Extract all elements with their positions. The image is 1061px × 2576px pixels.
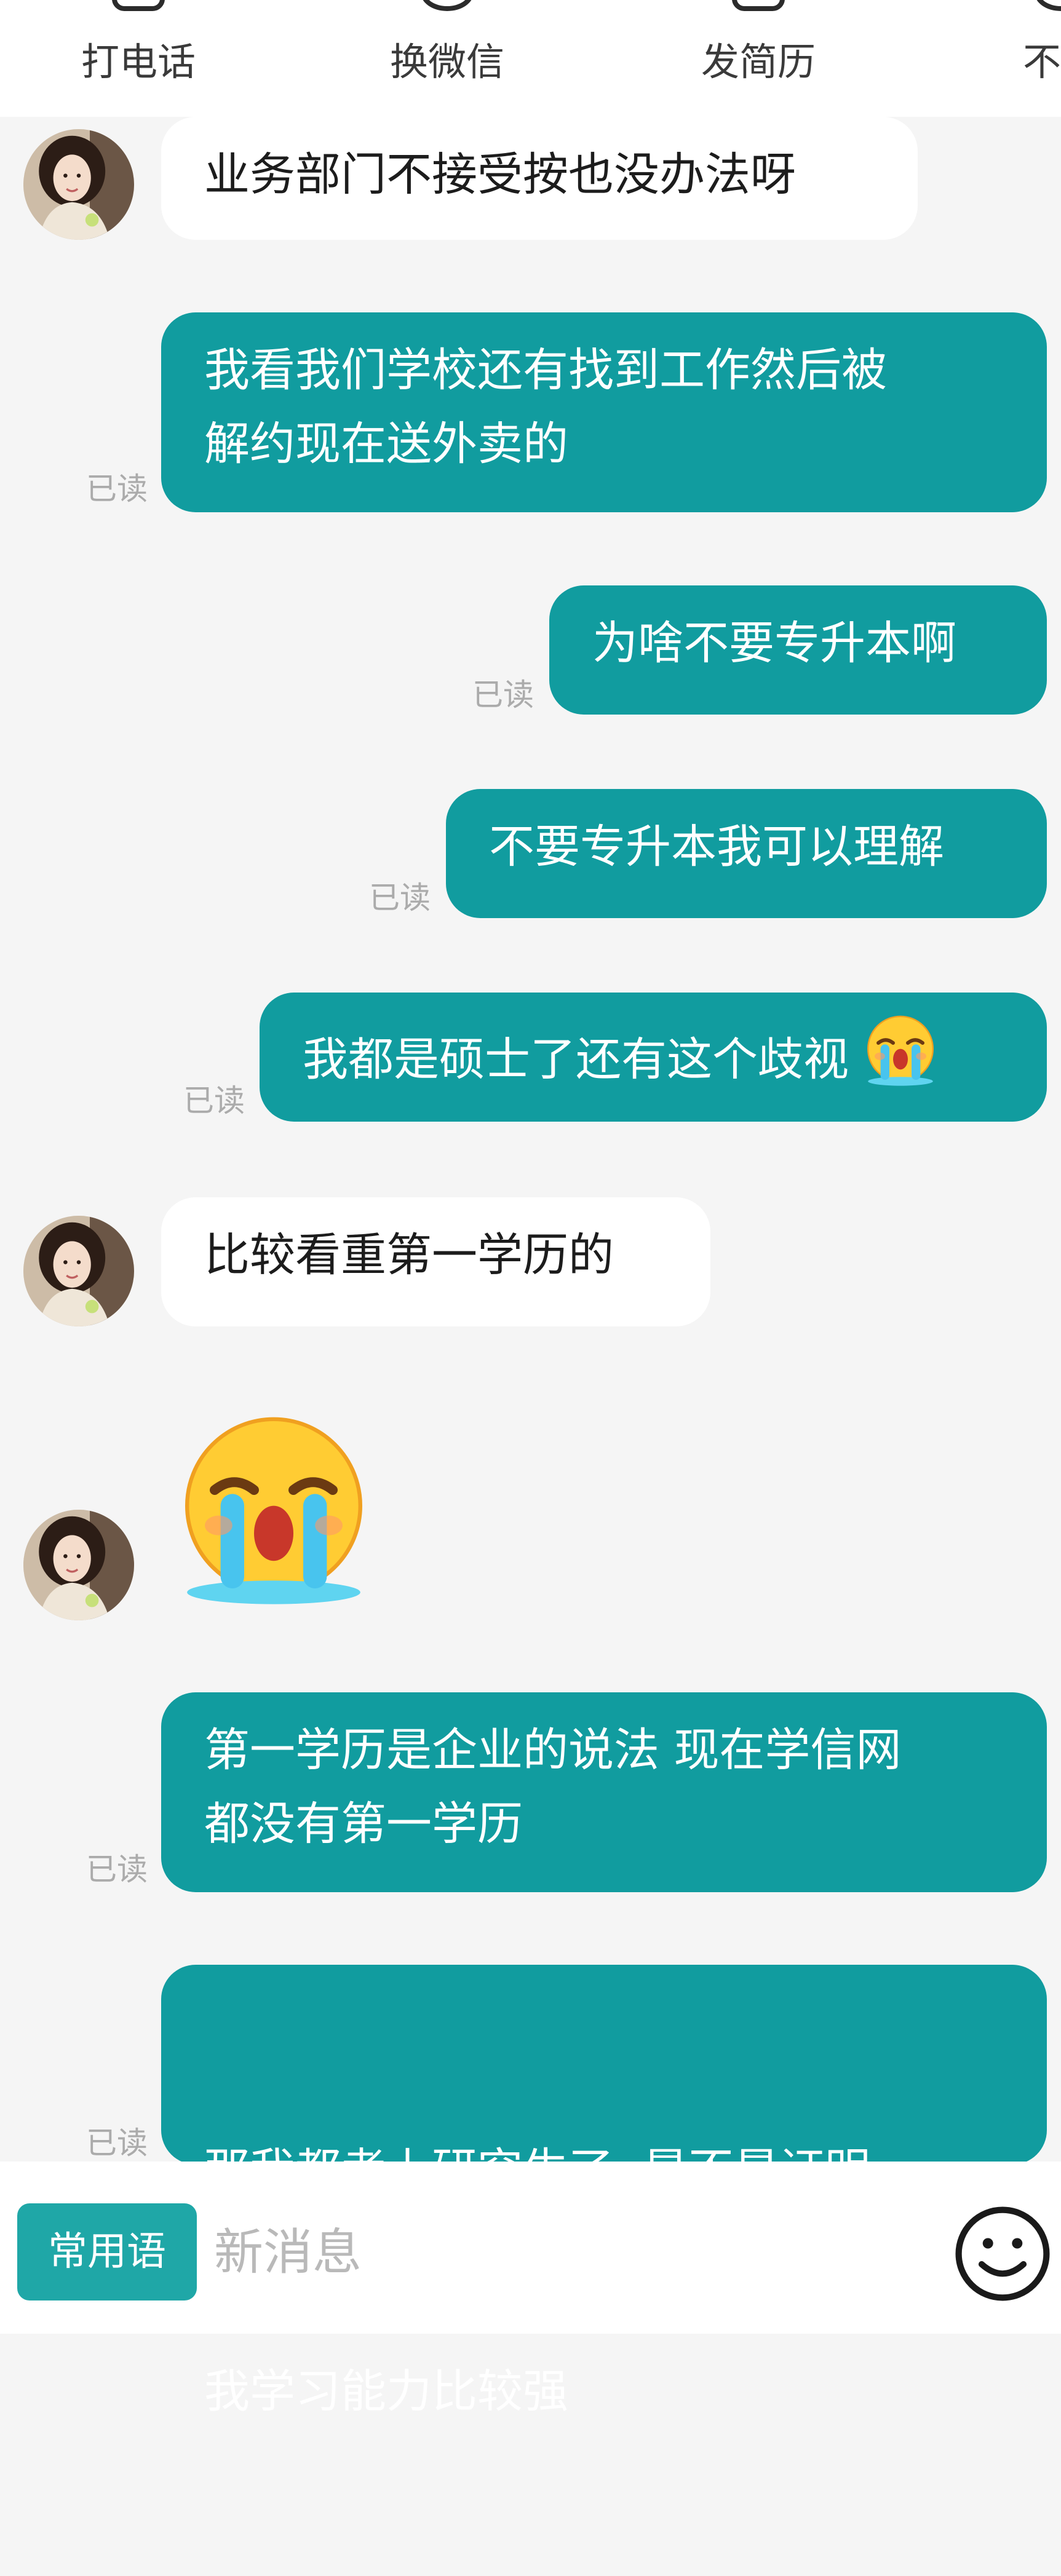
message-text-line: 解约现在送外卖的 [204, 418, 568, 470]
message-input-bar: 常用语 [0, 2162, 1061, 2334]
message-bubble-sent[interactable]: 第一学历是企业的说法 现在学信网 都没有第一学历 [161, 1692, 1047, 1892]
message-bubble-received[interactable]: 比较看重第一学历的 [161, 1197, 710, 1326]
message-bubble-sent[interactable]: 为啥不要专升本啊 [549, 585, 1047, 715]
not-interested-button[interactable]: 不感 [956, 0, 1061, 117]
not-interested-label: 不感 [1022, 39, 1061, 84]
exchange-wechat-label: 换微信 [389, 39, 504, 84]
message-text-line: 第一学历是企业的说法 现在学信网 [204, 1724, 902, 1777]
message-bubble-sent[interactable]: 我都是硕士了还有这个歧视 [260, 993, 1047, 1122]
dislike-icon [1035, 0, 1061, 11]
common-phrases-button[interactable]: 常用语 [17, 2203, 197, 2301]
send-resume-button[interactable]: 发简历 [654, 0, 863, 117]
message-text: 为啥不要专升本啊 [592, 617, 956, 670]
recruiter-avatar[interactable] [23, 129, 134, 240]
read-status: 已读 [86, 471, 148, 507]
message-bubble-received[interactable]: 业务部门不接受按也没办法呀 [161, 117, 918, 240]
message-input[interactable] [209, 2203, 932, 2301]
read-status: 已读 [86, 2125, 148, 2161]
read-status: 已读 [472, 677, 534, 713]
read-status: 已读 [86, 1852, 148, 1887]
crying-emoji-icon [864, 1013, 937, 1087]
message-text-line: 我学习能力比较强 [204, 2365, 568, 2418]
call-label: 打电话 [81, 39, 196, 84]
message-bubble-sent[interactable]: 那我都考上研究生了 是不是证明 我学习能力比较强 [161, 1965, 1047, 2418]
smiley-icon[interactable] [950, 2201, 1055, 2306]
message-bubble-sent[interactable]: 不要专升本我可以理解 [446, 789, 1047, 918]
message-text: 比较看重第一学历的 [204, 1229, 614, 1282]
message-text: 不要专升本我可以理解 [489, 820, 944, 873]
message-text-line: 都没有第一学历 [204, 1797, 523, 1850]
read-status: 已读 [183, 1083, 245, 1119]
message-text: 我都是硕士了还有这个歧视 [303, 1033, 849, 1086]
recruiter-avatar[interactable] [23, 1510, 134, 1620]
recruiter-avatar[interactable] [23, 1216, 134, 1326]
read-status: 已读 [369, 880, 431, 916]
emoji-message[interactable] [175, 1408, 372, 1611]
phone-icon [112, 0, 165, 11]
top-action-bar: 打电话 换微信 发简历 不感 [0, 0, 1061, 117]
message-text-line: 我看我们学校还有找到工作然后被 [204, 344, 887, 397]
message-bubble-sent[interactable]: 我看我们学校还有找到工作然后被 解约现在送外卖的 [161, 312, 1047, 512]
resume-icon [732, 0, 785, 11]
call-button[interactable]: 打电话 [34, 0, 243, 117]
crying-emoji-icon [175, 1408, 372, 1611]
wechat-icon [421, 0, 474, 11]
message-text: 业务部门不接受按也没办法呀 [204, 148, 796, 201]
send-resume-label: 发简历 [701, 39, 816, 84]
exchange-wechat-button[interactable]: 换微信 [343, 0, 552, 117]
